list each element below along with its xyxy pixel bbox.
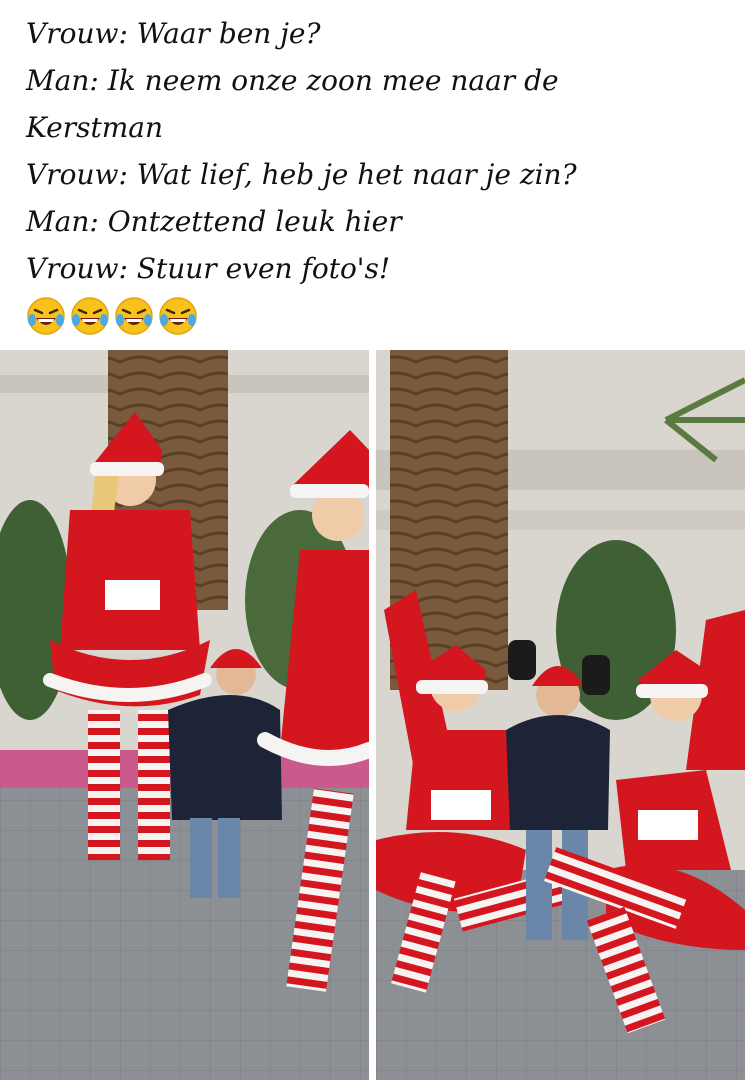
caption-line: Kerstman	[26, 111, 164, 144]
right-photo	[376, 350, 745, 1080]
caption-line: Vrouw: Wat lief, heb je het naar je zin?	[26, 158, 577, 191]
left-photo	[0, 350, 369, 1080]
right-photo-illustration	[376, 350, 745, 1080]
left-photo-illustration	[0, 350, 369, 1080]
caption-line: Vrouw: Waar ben je?	[26, 17, 321, 50]
caption-line: Vrouw: Stuur even foto's!	[26, 252, 391, 285]
emoji-row	[26, 296, 726, 336]
laughing-emoji-icon	[115, 297, 153, 335]
caption-line: Man: Ontzettend leuk hier	[26, 205, 402, 238]
laughing-emoji-icon	[71, 297, 109, 335]
laughing-emoji-icon	[27, 297, 65, 335]
laughing-emoji-icon	[159, 297, 197, 335]
caption-line: Man: Ik neem onze zoon mee naar de	[26, 64, 559, 97]
caption-text-block: Vrouw: Waar ben je? Man: Ik neem onze zo…	[26, 10, 726, 336]
